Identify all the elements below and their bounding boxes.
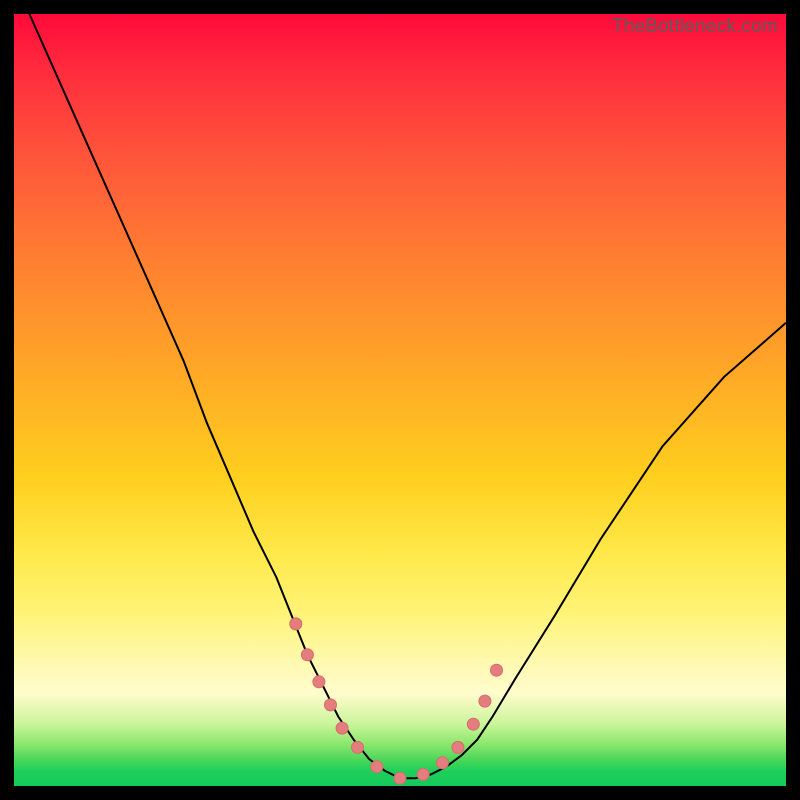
highlight-dot	[491, 664, 503, 676]
plot-area: TheBottleneck.com	[14, 14, 786, 786]
highlight-markers	[290, 618, 503, 784]
highlight-dot	[301, 649, 313, 661]
bottleneck-curve	[29, 14, 786, 778]
highlight-dot	[290, 618, 302, 630]
highlight-dot	[313, 676, 325, 688]
curve-layer	[14, 14, 786, 786]
highlight-dot	[437, 757, 449, 769]
highlight-dot	[352, 741, 364, 753]
highlight-dot	[467, 718, 479, 730]
highlight-dot	[452, 741, 464, 753]
highlight-dot	[417, 768, 429, 780]
highlight-dot	[336, 722, 348, 734]
highlight-dot	[371, 761, 383, 773]
highlight-dot	[394, 772, 406, 784]
highlight-dot	[325, 699, 337, 711]
chart-frame: TheBottleneck.com	[0, 0, 800, 800]
highlight-dot	[479, 695, 491, 707]
